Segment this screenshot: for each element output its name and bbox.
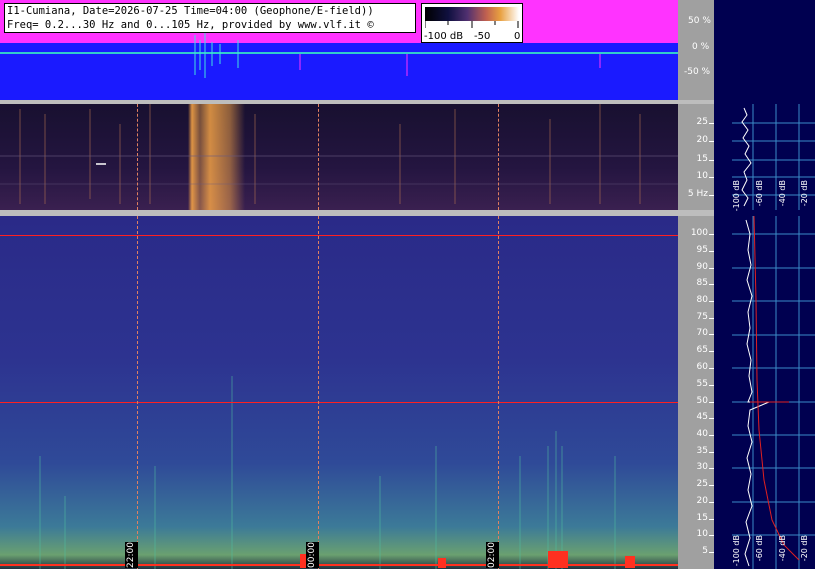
time-label-22: 22:00 xyxy=(125,542,138,568)
time-label-02: 02:00 xyxy=(486,542,499,568)
side-bottom-db-label: -100 dB xyxy=(732,535,741,567)
spectrum-profile-panel: -100 dB -60 dB -40 dB -20 dB -100 dB -60… xyxy=(714,0,815,569)
high-frequency-axis: 100 95 90 85 80 75 70 65 60 55 50 45 40 … xyxy=(678,216,714,569)
high-freq-features xyxy=(0,376,678,569)
side-top-db-label: -20 dB xyxy=(800,180,809,207)
low-frequency-spectrogram xyxy=(0,104,678,210)
waveform-label-0: 0 % xyxy=(692,42,710,52)
side-bottom-db-label: -20 dB xyxy=(800,535,809,562)
waveform-label-minus50: -50 % xyxy=(684,67,711,77)
side-top-db-label: -40 dB xyxy=(778,180,787,207)
spectrum-profile-plot xyxy=(714,0,815,569)
side-top-db-label: -100 dB xyxy=(732,180,741,212)
side-bottom-db-label: -60 dB xyxy=(755,535,764,562)
marker-line-50hz xyxy=(0,402,678,403)
high-frequency-spectrogram: 22:00 00:00 02:00 xyxy=(0,216,678,569)
time-label-00: 00:00 xyxy=(306,542,319,568)
vlf-spectrogram-viewer: I1-Cumiana, Date=2026-07-25 Time=04:00 (… xyxy=(0,0,815,569)
marker-line-100hz xyxy=(0,235,678,236)
time-marker-line-2 xyxy=(318,216,319,569)
waveform-label-50: 50 % xyxy=(688,16,711,26)
time-marker-line-1 xyxy=(137,104,138,210)
colorbar-gradient xyxy=(425,7,519,21)
side-top-db-label: -60 dB xyxy=(755,180,764,207)
side-bottom-db-label: -40 dB xyxy=(778,535,787,562)
colorbar: -100 dB -50 0 xyxy=(421,3,523,43)
title-box: I1-Cumiana, Date=2026-07-25 Time=04:00 (… xyxy=(4,3,416,33)
time-marker-line-3 xyxy=(498,216,499,569)
title-line-2: Freq= 0.2...30 Hz and 0...105 Hz, provid… xyxy=(7,19,374,31)
low-frequency-axis: 25 20 15 10 5 Hz xyxy=(678,104,714,210)
colorbar-label-min: -100 dB xyxy=(424,31,464,42)
colorbar-label-max: 0 xyxy=(514,31,521,42)
colorbar-label-mid: -50 xyxy=(474,31,491,42)
title-line-1: I1-Cumiana, Date=2026-07-25 Time=04:00 (… xyxy=(7,5,374,17)
colorbar-ticks xyxy=(425,21,519,28)
low-freq-features xyxy=(0,104,678,204)
time-marker-line-3 xyxy=(498,104,499,210)
time-marker-line-1 xyxy=(137,216,138,569)
time-marker-line-2 xyxy=(318,104,319,210)
